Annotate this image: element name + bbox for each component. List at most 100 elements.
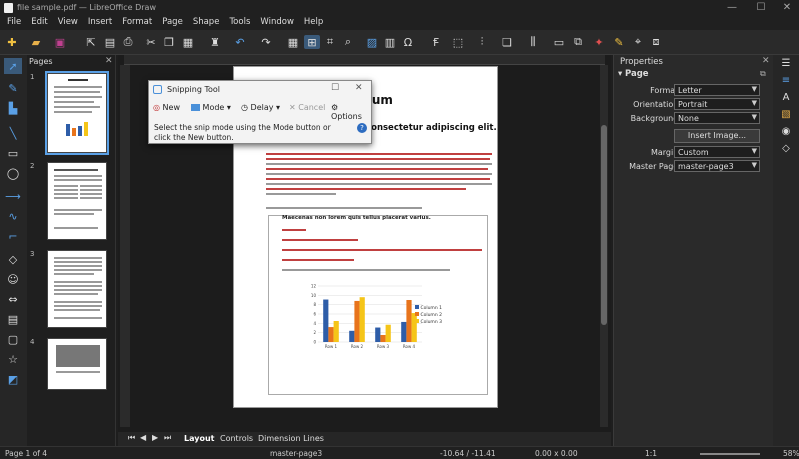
new-snip-button[interactable]: ◎ New bbox=[153, 103, 180, 112]
menu-format[interactable]: Format bbox=[117, 16, 157, 30]
basic-shapes-icon[interactable]: ◇ bbox=[4, 251, 22, 267]
fontwork-icon[interactable]: Ꞙ bbox=[428, 35, 444, 49]
stars-icon[interactable]: ☆ bbox=[4, 351, 22, 367]
page-thumbnail-4[interactable] bbox=[47, 338, 107, 390]
transformations-icon[interactable]: ⬚ bbox=[450, 35, 466, 49]
copy-icon[interactable]: ❐ bbox=[161, 35, 177, 49]
export-pdf-icon[interactable]: ▤ bbox=[102, 35, 118, 49]
print-icon[interactable]: ⎙ bbox=[120, 35, 136, 49]
redo-icon[interactable]: ↷ bbox=[258, 35, 274, 49]
gallery-deck-icon[interactable]: ▧ bbox=[779, 109, 793, 123]
more-options-icon[interactable]: ⧉ bbox=[760, 69, 766, 79]
flowchart-icon[interactable]: ▤ bbox=[4, 311, 22, 327]
new-document-icon[interactable]: ✚ bbox=[4, 35, 20, 49]
menu-file[interactable]: File bbox=[2, 16, 26, 30]
styles-deck-icon[interactable]: A bbox=[779, 92, 793, 106]
paste-icon[interactable]: ▦ bbox=[180, 35, 196, 49]
fill-color-icon[interactable]: ▙ bbox=[4, 100, 22, 116]
tab-controls[interactable]: Controls bbox=[220, 434, 253, 443]
crop-image-icon[interactable]: ⧉ bbox=[570, 35, 586, 49]
points-icon[interactable]: ⌖ bbox=[630, 35, 646, 49]
export-icon[interactable]: ⇱ bbox=[83, 35, 99, 49]
line-icon[interactable]: ╲ bbox=[4, 125, 22, 141]
menu-help[interactable]: Help bbox=[299, 16, 328, 30]
cancel-snip-button[interactable]: ✕ Cancel bbox=[289, 103, 325, 112]
ellipse-icon[interactable]: ◯ bbox=[4, 165, 22, 181]
special-character-icon[interactable]: Ω bbox=[400, 35, 416, 49]
menu-shape[interactable]: Shape bbox=[188, 16, 225, 30]
snip-close-button[interactable]: ✕ bbox=[355, 83, 363, 93]
delay-button[interactable]: ◷ Delay ▾ bbox=[241, 103, 280, 112]
menu-page[interactable]: Page bbox=[157, 16, 188, 30]
distribute-icon[interactable]: ⫼ bbox=[525, 35, 541, 49]
select-icon[interactable]: ➚ bbox=[4, 58, 22, 74]
page-thumbnail-1[interactable] bbox=[45, 71, 109, 155]
orientation-select[interactable]: Portrait ▼ bbox=[674, 98, 760, 110]
rectangle-icon[interactable]: ▭ bbox=[4, 145, 22, 161]
arrange-icon[interactable]: ❏ bbox=[499, 35, 515, 49]
properties-deck-icon[interactable]: ≡ bbox=[779, 75, 793, 89]
crop-icon[interactable]: ⌗ bbox=[322, 35, 338, 49]
sidebar-menu-icon[interactable]: ☰ bbox=[779, 58, 793, 72]
tab-dimension-lines[interactable]: Dimension Lines bbox=[258, 434, 324, 443]
minimize-button[interactable]: — bbox=[725, 2, 739, 13]
options-button[interactable]: ⚙ Options bbox=[331, 103, 369, 121]
page-thumbnail-3[interactable] bbox=[47, 250, 107, 328]
menu-edit[interactable]: Edit bbox=[26, 16, 52, 30]
margin-select[interactable]: Custom ▼ bbox=[674, 146, 760, 158]
master-page-select[interactable]: master-page3 ▼ bbox=[674, 160, 760, 172]
scrollbar-thumb[interactable] bbox=[601, 125, 607, 325]
symbol-shapes-icon[interactable]: ☺ bbox=[4, 271, 22, 287]
last-tab-icon[interactable]: ⏭ bbox=[164, 433, 171, 443]
toggle-extrusion-icon[interactable]: ✦ bbox=[591, 35, 607, 49]
helplines-icon[interactable]: ⊞ bbox=[304, 35, 320, 49]
help-icon[interactable]: ? bbox=[357, 123, 367, 133]
tab-layout[interactable]: Layout bbox=[184, 434, 214, 443]
glue-points-icon[interactable]: ⧈ bbox=[648, 35, 664, 49]
maximize-button[interactable]: ☐ bbox=[754, 2, 768, 13]
shadow-icon[interactable]: ▭ bbox=[551, 35, 567, 49]
menu-view[interactable]: View bbox=[53, 16, 83, 30]
menu-insert[interactable]: Insert bbox=[83, 16, 117, 30]
page-thumbnail-2[interactable] bbox=[47, 162, 107, 240]
menu-tools[interactable]: Tools bbox=[224, 16, 255, 30]
undo-icon[interactable]: ↶ bbox=[232, 35, 248, 49]
format-select[interactable]: Letter ▼ bbox=[674, 84, 760, 96]
3d-objects-icon[interactable]: ◩ bbox=[4, 371, 22, 387]
pages-close-icon[interactable]: ✕ bbox=[105, 56, 113, 66]
insert-image-button[interactable]: Insert Image... bbox=[674, 129, 760, 143]
close-button[interactable]: ✕ bbox=[780, 2, 794, 13]
curves-icon[interactable]: ∿ bbox=[4, 208, 22, 224]
line-color-icon[interactable]: ✎ bbox=[4, 80, 22, 96]
first-tab-icon[interactable]: ⏮ bbox=[128, 433, 135, 443]
prev-tab-icon[interactable]: ◀ bbox=[140, 433, 146, 442]
clone-formatting-icon[interactable]: ♜ bbox=[207, 35, 223, 49]
snip-maximize-button[interactable]: ☐ bbox=[331, 83, 339, 93]
status-zoom[interactable]: 58% bbox=[783, 449, 799, 458]
vertical-ruler[interactable] bbox=[120, 65, 130, 427]
mode-button[interactable]: Mode ▾ bbox=[191, 103, 231, 112]
zoom-slider[interactable] bbox=[700, 453, 760, 455]
lines-arrows-icon[interactable]: ⟶ bbox=[4, 188, 22, 204]
insert-image-icon[interactable]: ▨ bbox=[364, 35, 380, 49]
cut-icon[interactable]: ✂ bbox=[143, 35, 159, 49]
grid-icon[interactable]: ▦ bbox=[285, 35, 301, 49]
next-tab-icon[interactable]: ▶ bbox=[152, 433, 158, 442]
shapes-deck-icon[interactable]: ◇ bbox=[779, 143, 793, 157]
navigator-deck-icon[interactable]: ◉ bbox=[779, 126, 793, 140]
align-icon[interactable]: ⫶ bbox=[474, 35, 490, 49]
connectors-icon[interactable]: ⌐ bbox=[4, 228, 22, 244]
background-select[interactable]: None ▼ bbox=[674, 112, 760, 124]
show-draw-functions-icon[interactable]: ✎ bbox=[611, 35, 627, 49]
insert-chart-icon[interactable]: ▥ bbox=[382, 35, 398, 49]
callouts-icon[interactable]: ▢ bbox=[4, 331, 22, 347]
save-icon[interactable]: ▣ bbox=[52, 35, 68, 49]
horizontal-ruler[interactable] bbox=[124, 55, 605, 65]
block-arrows-icon[interactable]: ⇔ bbox=[4, 291, 22, 307]
menu-window[interactable]: Window bbox=[255, 16, 299, 30]
zoom-icon[interactable]: ⌕ bbox=[340, 35, 356, 49]
page-section-header[interactable]: ▾ Page bbox=[618, 69, 649, 79]
open-folder-icon[interactable]: ▰ bbox=[28, 35, 44, 49]
properties-close-icon[interactable]: ✕ bbox=[762, 56, 770, 66]
vertical-scrollbar[interactable] bbox=[600, 65, 608, 427]
